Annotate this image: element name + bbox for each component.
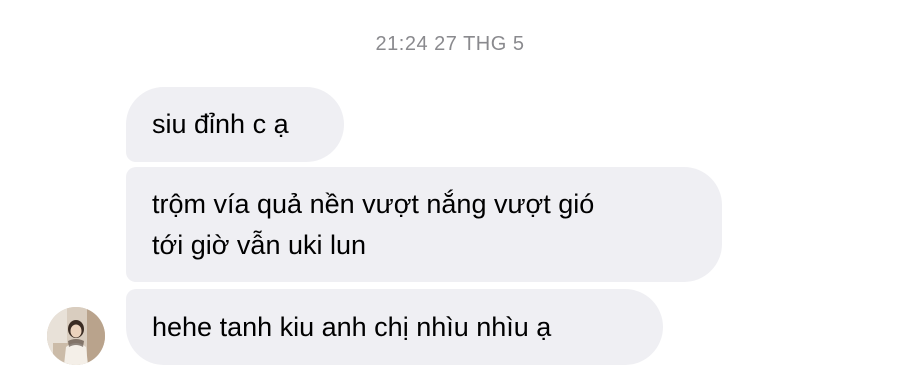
message-text: trộm vía quả nền vượt nắng vượt gió	[152, 189, 595, 219]
message-bubble[interactable]: hehe tanh kiu anh chị nhìu nhìu ạ	[126, 289, 663, 365]
message-text: tới giờ vẫn uki lun	[152, 230, 367, 260]
message-bubble[interactable]: siu đỉnh c ạ	[126, 87, 344, 162]
message-text: siu đỉnh c ạ	[152, 109, 289, 139]
sender-avatar[interactable]	[47, 307, 105, 365]
avatar-photo-icon	[47, 307, 105, 365]
message-text: hehe tanh kiu anh chị nhìu nhìu ạ	[152, 312, 552, 342]
message-thread: siu đỉnh c ạ trộm vía quả nền vượt nắng …	[0, 0, 900, 390]
message-bubble[interactable]: trộm vía quả nền vượt nắng vượt gió tới …	[126, 167, 722, 282]
